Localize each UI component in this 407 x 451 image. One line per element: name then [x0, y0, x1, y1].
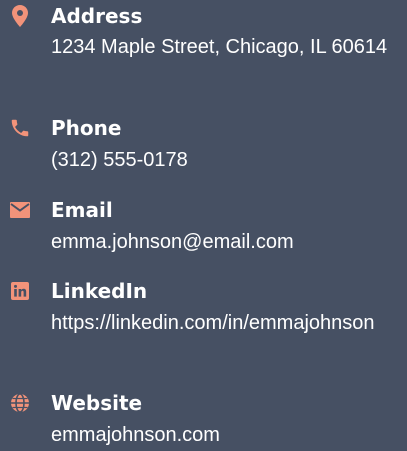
address-label: Address: [51, 4, 143, 28]
linkedin-label: LinkedIn: [51, 279, 148, 303]
contact-item-address: Address 1234 Maple Street, Chicago, IL 6…: [0, 0, 407, 100]
linkedin-icon: [8, 279, 32, 303]
envelope-icon: [8, 198, 32, 222]
address-value: 1234 Maple Street, Chicago, IL 60614: [51, 36, 388, 58]
contact-item-linkedin: LinkedIn https://linkedin.com/in/emmajoh…: [0, 279, 407, 379]
email-label: Email: [51, 198, 113, 222]
contact-item-email: Email emma.johnson@email.com: [0, 196, 407, 266]
linkedin-value[interactable]: https://linkedin.com/in/emmajohnson: [51, 307, 391, 339]
phone-value[interactable]: (312) 555-0178: [51, 144, 391, 176]
contact-item-phone: Phone (312) 555-0178: [0, 114, 407, 184]
email-value[interactable]: emma.johnson@email.com: [51, 226, 391, 258]
globe-icon: [8, 391, 32, 415]
phone-label: Phone: [51, 116, 122, 140]
website-value[interactable]: emmajohnson.com: [51, 419, 391, 451]
phone-icon: [8, 116, 32, 140]
contact-item-website: Website emmajohnson.com: [0, 391, 407, 448]
website-label: Website: [51, 391, 143, 415]
map-pin-icon: [8, 4, 32, 28]
